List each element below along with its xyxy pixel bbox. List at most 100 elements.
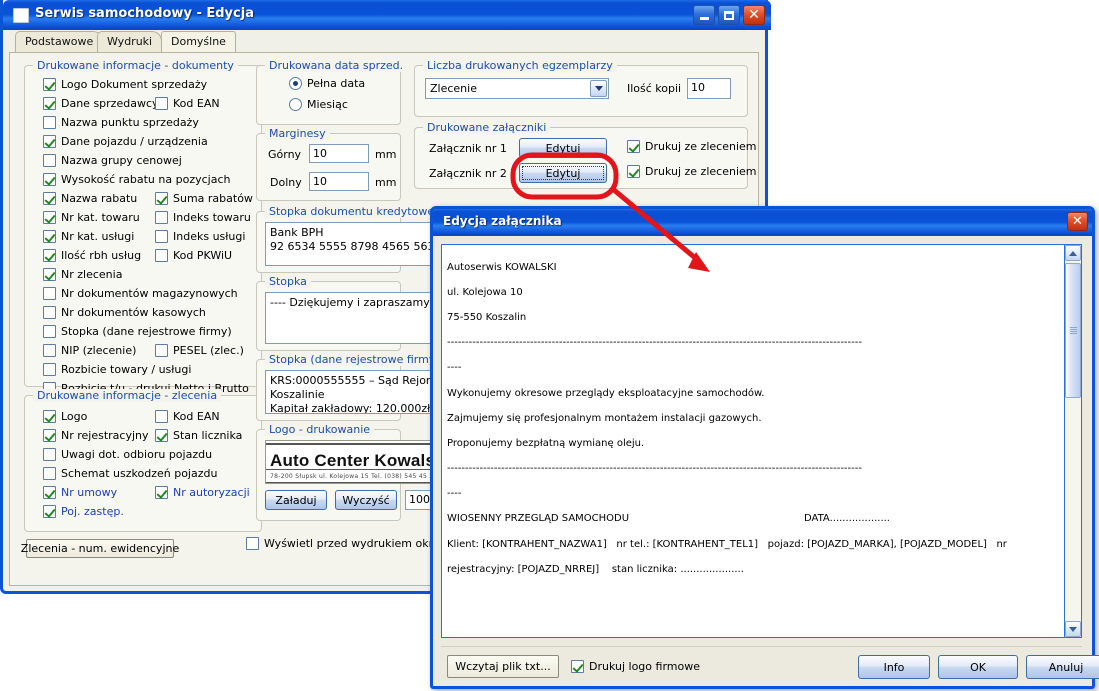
checkbox-nr-umowy[interactable]: Nr umowy — [43, 486, 117, 499]
checkbox-label: Schemat uszkodzeń pojazdu — [61, 467, 218, 480]
checkbox-label: Nazwa rabatu — [61, 192, 138, 205]
group-title-attachments: Drukowane załączniki — [423, 121, 551, 134]
maximize-button[interactable] — [718, 5, 740, 25]
checkbox-print-company-logo[interactable]: Drukuj logo firmowe — [571, 660, 700, 673]
input-margin-top[interactable]: 10 — [309, 144, 369, 163]
window-icon — [13, 8, 29, 23]
checkbox-label: Kod EAN — [173, 97, 220, 110]
checkbox-wysokosc-rabatu[interactable]: Wysokość rabatu na pozycjach — [43, 173, 230, 186]
checkbox-nazwa-rabatu[interactable]: Nazwa rabatu — [43, 192, 137, 205]
checkbox-stan-licznika[interactable]: Stan licznika — [155, 429, 242, 442]
checkbox-nr-rejestracyjny[interactable]: Nr rejestracyjny — [43, 429, 149, 442]
logo-clear-button[interactable]: Wyczyść — [335, 490, 397, 510]
checkbox-box — [155, 192, 168, 205]
scroll-up-button[interactable] — [1065, 245, 1081, 261]
checkbox-indeks-uslugi[interactable]: Indeks usługi — [155, 230, 245, 243]
checkbox-nazwa-punktu-sprzedazy[interactable]: Nazwa punktu sprzedaży — [43, 116, 199, 129]
checkbox-dane-pojazdu[interactable]: Dane pojazdu / urządzenia — [43, 135, 208, 148]
attachment-1-edit-button[interactable]: Edytuj — [519, 138, 607, 158]
label-attachment-2: Załącznik nr 2 — [429, 167, 507, 180]
checkbox-label: Indeks usługi — [173, 230, 246, 243]
label-margin-bottom-unit: mm — [375, 176, 397, 189]
checkbox-label: Nr rejestracyjny — [61, 429, 149, 442]
group-title-credit-footer: Stopka dokumentu kredytowego — [265, 205, 452, 218]
group-attachments: Drukowane załączniki Załącznik nr 1 Edyt… — [414, 121, 756, 189]
checkbox-schemat-uszkodzen[interactable]: Schemat uszkodzeń pojazdu — [43, 467, 217, 480]
dialog-body: Autoserwis KOWALSKI ul. Kolejowa 10 75-5… — [433, 236, 1099, 686]
memo-line: Autoserwis KOWALSKI — [447, 261, 557, 273]
checkbox-box — [155, 249, 168, 262]
minimize-button[interactable] — [693, 5, 715, 25]
dialog-close-button[interactable]: ✕ — [1067, 212, 1088, 231]
group-registry-footer: Stopka (dane rejestrowe firmy) KRS:00005… — [256, 353, 525, 421]
chevron-down-icon[interactable] — [590, 80, 607, 97]
checkbox-attachment-2-print[interactable]: Drukuj ze zleceniem — [627, 165, 756, 178]
checkbox-box — [627, 140, 640, 153]
checkbox-poj-zastep[interactable]: Poj. zastęp. — [43, 505, 124, 518]
attachment-2-edit-button[interactable]: Edytuj — [519, 163, 607, 183]
radio-miesiac[interactable]: Miesiąc — [289, 98, 348, 111]
load-txt-file-button[interactable]: Wczytaj plik txt... — [447, 655, 559, 678]
main-window-title: Serwis samochodowy - Edycja — [35, 6, 254, 21]
checkbox-nr-dok-magazynowych[interactable]: Nr dokumentów magazynowych — [43, 287, 238, 300]
checkbox-nr-autoryzacji[interactable]: Nr autoryzacji — [155, 486, 250, 499]
group-title-copies: Liczba drukowanych egzemplarzy — [423, 59, 617, 72]
checkbox-box — [43, 344, 56, 357]
dialog-titlebar[interactable]: Edycja załącznika ✕ — [433, 209, 1092, 236]
memo-line: ----------------------------------------… — [447, 337, 862, 349]
attachment-text-content[interactable]: Autoserwis KOWALSKI ul. Kolejowa 10 75-5… — [442, 245, 1064, 637]
checkbox-nr-kat-uslugi[interactable]: Nr kat. usługi — [43, 230, 134, 243]
checkbox-nr-kat-towaru[interactable]: Nr kat. towaru — [43, 211, 140, 224]
scroll-thumb[interactable] — [1065, 263, 1081, 398]
checkbox-dane-sprzedawcy[interactable]: Dane sprzedawcy — [43, 97, 159, 110]
close-button[interactable]: ✕ — [743, 5, 765, 25]
checkbox-box — [155, 410, 168, 423]
combo-selected-value: Zlecenie — [430, 82, 477, 95]
checkbox-label: Logo — [61, 410, 88, 423]
info-button[interactable]: Info — [858, 655, 930, 679]
attachment-text-editor[interactable]: Autoserwis KOWALSKI ul. Kolejowa 10 75-5… — [441, 244, 1082, 638]
orders-numbers-button[interactable]: Zlecenia - num. ewidencyjne — [21, 539, 179, 558]
checkbox-suma-rabatow[interactable]: Suma rabatów — [155, 192, 253, 205]
tab-domyslne[interactable]: Domyślne — [161, 31, 236, 52]
checkbox-box — [43, 287, 56, 300]
checkbox-nr-dok-kasowych[interactable]: Nr dokumentów kasowych — [43, 306, 206, 319]
checkbox-kod-pkwiu[interactable]: Kod PKWiU — [155, 249, 232, 262]
checkbox-label: Ilość rbh usług — [61, 249, 142, 262]
checkbox-logo-dokument-sprzedazy[interactable]: Logo Dokument sprzedaży — [43, 78, 207, 91]
checkbox-box — [43, 135, 56, 148]
tab-wydruki[interactable]: Wydruki — [97, 31, 163, 52]
checkbox-uwagi-odbioru[interactable]: Uwagi dot. odbioru pojazdu — [43, 448, 212, 461]
tab-podstawowe[interactable]: Podstawowe — [15, 31, 104, 52]
main-window-titlebar[interactable]: Serwis samochodowy - Edycja ✕ — [3, 0, 771, 30]
editor-vertical-scrollbar[interactable] — [1064, 245, 1081, 637]
checkbox-rozbicie-towary-uslugi[interactable]: Rozbicie towary / usługi — [43, 363, 191, 376]
checkbox-indeks-towaru[interactable]: Indeks towaru — [155, 211, 251, 224]
logo-load-button[interactable]: Załaduj — [265, 490, 327, 510]
memo-line-client: Klient: [KONTRAHENT_NAZWA1] nr tel.: [KO… — [447, 538, 1007, 550]
checkbox-pesel-zlec[interactable]: PESEL (zlec.) — [155, 344, 244, 357]
radio-pelna-data[interactable]: Pełna data — [289, 77, 365, 90]
checkbox-kod-ean-doc[interactable]: Kod EAN — [155, 97, 220, 110]
checkbox-box — [43, 192, 56, 205]
checkbox-label: PESEL (zlec.) — [173, 344, 244, 357]
group-title-documents: Drukowane informacje - dokumenty — [33, 59, 238, 72]
checkbox-ilosc-rbh-uslug[interactable]: Ilość rbh usług — [43, 249, 141, 262]
input-copies-count[interactable]: 10 — [687, 78, 731, 99]
checkbox-label: Drukuj logo firmowe — [589, 660, 700, 673]
cancel-button[interactable]: Anuluj — [1026, 655, 1099, 679]
checkbox-stopka-dane-rejestrowe[interactable]: Stopka (dane rejestrowe firmy) — [43, 325, 232, 338]
checkbox-nr-zlecenia[interactable]: Nr zlecenia — [43, 268, 122, 281]
combo-document-type[interactable]: Zlecenie — [425, 78, 609, 99]
checkbox-box — [43, 78, 56, 91]
checkbox-label: Nr autoryzacji — [173, 486, 250, 499]
scroll-down-button[interactable] — [1065, 621, 1081, 637]
ok-button[interactable]: OK — [938, 655, 1018, 679]
checkbox-kod-ean-zlecenia[interactable]: Kod EAN — [155, 410, 220, 423]
input-margin-bottom[interactable]: 10 — [309, 172, 369, 191]
checkbox-attachment-1-print[interactable]: Drukuj ze zleceniem — [627, 140, 756, 153]
checkbox-nazwa-grupy-cenowej[interactable]: Nazwa grupy cenowej — [43, 154, 182, 167]
checkbox-nip-zlecenie[interactable]: NIP (zlecenie) — [43, 344, 136, 357]
checkbox-logo-zlecenia[interactable]: Logo — [43, 410, 87, 423]
attachment-edit-dialog: Edycja załącznika ✕ Autoserwis KOWALSKI … — [430, 206, 1099, 689]
